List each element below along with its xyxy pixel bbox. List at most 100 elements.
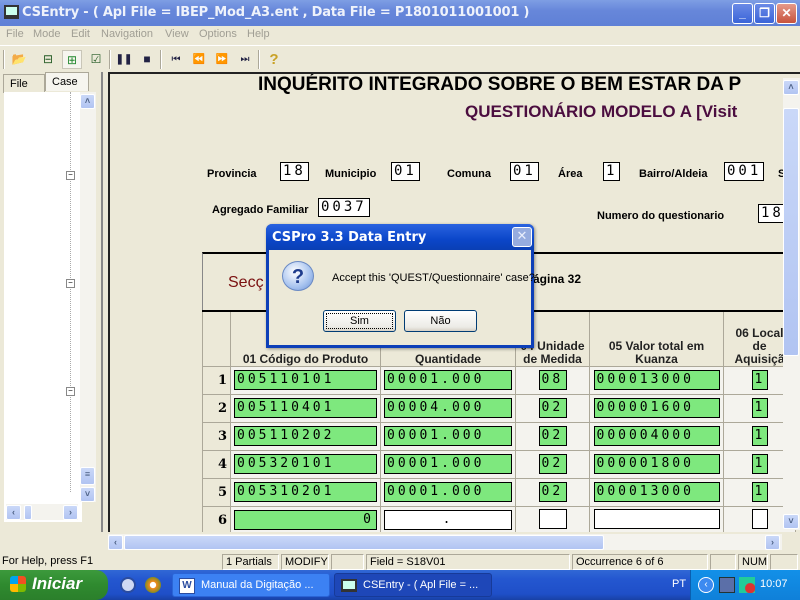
task-csentry[interactable]: CSEntry - ( Apl File = ... xyxy=(334,573,492,597)
bairro-field[interactable]: 001 xyxy=(724,162,765,181)
valor-field[interactable]: 000013000 xyxy=(593,370,720,390)
quantidade-field[interactable]: 00004.000 xyxy=(384,398,512,418)
quantidade-field[interactable]: 00001.000 xyxy=(384,454,512,474)
collapse-icon[interactable]: − xyxy=(66,279,75,288)
unidade-field[interactable]: 02 xyxy=(538,398,567,418)
tree-line xyxy=(70,92,71,492)
codigo-field-active[interactable]: 0 xyxy=(234,510,377,530)
pause-icon[interactable]: ❚❚ xyxy=(114,50,134,69)
help-icon[interactable]: ? xyxy=(264,50,284,69)
valor-field[interactable]: 000004000 xyxy=(593,426,720,446)
local-field[interactable]: 1 xyxy=(751,370,768,390)
question-icon: ? xyxy=(282,261,314,291)
comuna-field[interactable]: 01 xyxy=(510,162,539,181)
close-button[interactable]: ✕ xyxy=(776,3,797,24)
previous-case-icon[interactable]: ⏪ xyxy=(189,50,209,69)
start-button[interactable]: Iniciar xyxy=(0,570,108,600)
codigo-field[interactable]: 005310201 xyxy=(234,482,377,502)
local-field[interactable] xyxy=(751,508,768,529)
provincia-field[interactable]: 18 xyxy=(280,162,309,181)
status-mode: MODIFY xyxy=(281,554,329,570)
quicklaunch-ie-icon[interactable] xyxy=(120,577,136,593)
unidade-field[interactable] xyxy=(538,508,567,529)
stop-icon[interactable]: ■ xyxy=(137,50,157,69)
table-row: 4 005320101 00001.000 02 000001800 1 xyxy=(202,449,796,479)
menu-edit[interactable]: Edit xyxy=(71,28,90,40)
scroll-thumb[interactable]: ≡ xyxy=(80,467,95,485)
scroll-right-icon[interactable]: › xyxy=(63,505,78,520)
unidade-field[interactable]: 02 xyxy=(538,482,567,502)
no-button[interactable]: Não xyxy=(404,310,477,332)
verify-icon[interactable]: ☑ xyxy=(86,50,106,69)
menu-options[interactable]: Options xyxy=(199,28,237,40)
unidade-field[interactable]: 08 xyxy=(538,370,567,390)
yes-button[interactable]: Sim xyxy=(323,310,396,332)
scroll-up-icon[interactable]: ˄ xyxy=(80,94,95,109)
menu-navigation[interactable]: Navigation xyxy=(101,28,153,40)
codigo-field[interactable]: 005110101 xyxy=(234,370,377,390)
scroll-down-icon[interactable]: ˅ xyxy=(783,514,799,529)
dialog-close-button[interactable]: ✕ xyxy=(512,227,532,247)
valor-field[interactable] xyxy=(593,508,720,529)
collapse-icon[interactable]: − xyxy=(66,171,75,180)
tab-file[interactable]: File xyxy=(3,74,45,93)
local-field[interactable]: 1 xyxy=(751,454,768,474)
toolbar-separator xyxy=(160,50,162,69)
show-hidden-icons-button[interactable]: ‹ xyxy=(698,577,714,593)
codigo-field[interactable]: 005320101 xyxy=(234,454,377,474)
tab-case[interactable]: Case xyxy=(45,72,89,91)
valor-field[interactable]: 000001600 xyxy=(593,398,720,418)
unidade-field[interactable]: 02 xyxy=(538,426,567,446)
unidade-field[interactable]: 02 xyxy=(538,454,567,474)
scroll-left-icon[interactable]: ‹ xyxy=(108,535,123,550)
language-indicator[interactable]: PT xyxy=(672,578,686,590)
scroll-thumb[interactable] xyxy=(124,535,604,550)
restore-button[interactable]: ❐ xyxy=(754,3,775,24)
toolbar-separator xyxy=(109,50,111,69)
valor-field[interactable]: 000013000 xyxy=(593,482,720,502)
scroll-left-icon[interactable]: ‹ xyxy=(6,505,21,520)
task-word-document[interactable]: W Manual da Digitação ... xyxy=(172,573,330,597)
last-case-icon[interactable]: ⏭ xyxy=(235,50,255,69)
quantidade-field[interactable]: 00001.000 xyxy=(384,370,512,390)
column-header-valor: 05 Valor total em Kuanza xyxy=(589,310,724,367)
minimize-button[interactable]: _ xyxy=(732,3,753,24)
network-error-icon[interactable] xyxy=(739,577,755,593)
taskbar: Iniciar W Manual da Digitação ... CSEntr… xyxy=(0,570,800,600)
menu-mode[interactable]: Mode xyxy=(33,28,61,40)
confirm-dialog: CSPro 3.3 Data Entry ✕ ? Accept this 'QU… xyxy=(266,224,535,348)
collapse-icon[interactable]: − xyxy=(66,387,75,396)
insert-case-icon[interactable]: ⊞ xyxy=(62,50,82,69)
add-case-icon[interactable]: ⊟ xyxy=(38,50,58,69)
menu-file[interactable]: File xyxy=(6,28,24,40)
network-icon[interactable] xyxy=(719,577,735,593)
codigo-field[interactable]: 005110202 xyxy=(234,426,377,446)
first-case-icon[interactable]: ⏮ xyxy=(166,50,186,69)
municipio-field[interactable]: 01 xyxy=(391,162,420,181)
scroll-thumb[interactable] xyxy=(24,505,32,520)
scroll-right-icon[interactable]: › xyxy=(765,535,780,550)
menu-view[interactable]: View xyxy=(165,28,189,40)
open-folder-icon[interactable]: 📂 xyxy=(9,50,29,69)
quantidade-field[interactable]: . xyxy=(384,510,512,530)
agregado-field[interactable]: 0037 xyxy=(318,198,370,217)
scroll-thumb[interactable] xyxy=(783,108,799,356)
menu-bar: File Mode Edit Navigation View Options H… xyxy=(0,26,800,45)
table-row: 2 005110401 00004.000 02 000001600 1 xyxy=(202,393,796,423)
tree-vertical-scrollbar[interactable] xyxy=(80,92,96,502)
scroll-up-icon[interactable]: ˄ xyxy=(783,80,799,95)
local-field[interactable]: 1 xyxy=(751,398,768,418)
quantidade-field[interactable]: 00001.000 xyxy=(384,426,512,446)
local-field[interactable]: 1 xyxy=(751,482,768,502)
dialog-message: Accept this 'QUEST/Questionnaire' case? xyxy=(332,272,535,284)
status-empty xyxy=(710,554,736,570)
area-field[interactable]: 1 xyxy=(603,162,621,181)
valor-field[interactable]: 000001800 xyxy=(593,454,720,474)
next-case-icon[interactable]: ⏩ xyxy=(212,50,232,69)
menu-help[interactable]: Help xyxy=(247,28,270,40)
quantidade-field[interactable]: 00001.000 xyxy=(384,482,512,502)
scroll-down-icon[interactable]: ˅ xyxy=(80,487,95,502)
quicklaunch-media-icon[interactable] xyxy=(145,577,161,593)
local-field[interactable]: 1 xyxy=(751,426,768,446)
codigo-field[interactable]: 005110401 xyxy=(234,398,377,418)
